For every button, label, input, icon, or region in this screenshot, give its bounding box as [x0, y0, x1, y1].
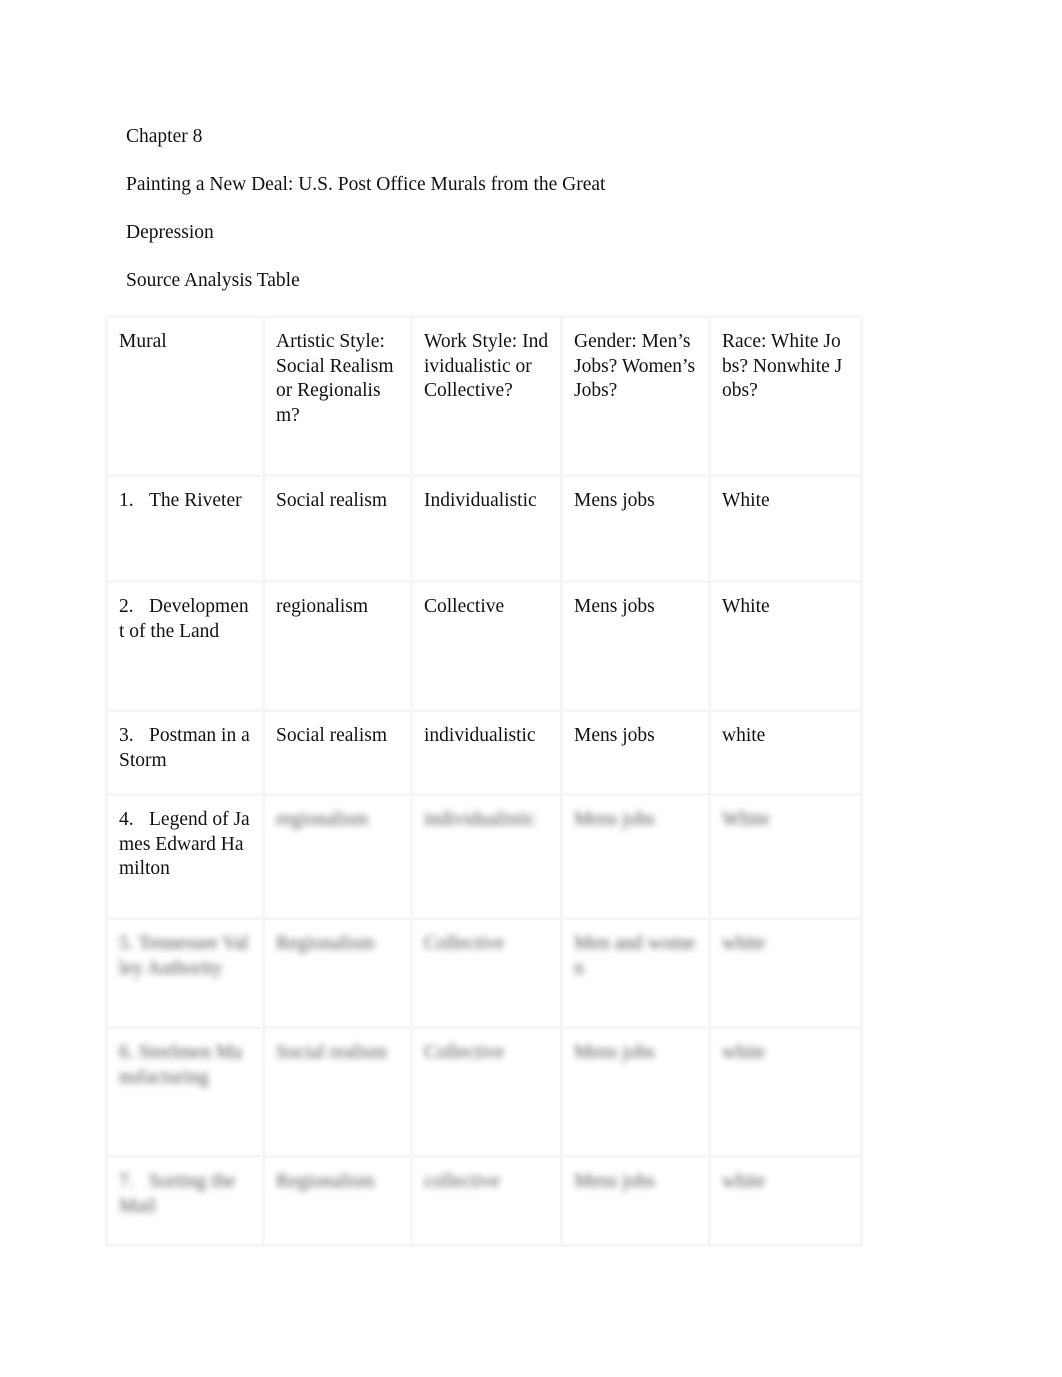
blurred-text: white	[722, 1171, 766, 1192]
blurred-text: Tennessee Valley Authority	[119, 933, 249, 979]
cell-race: White	[708, 793, 863, 920]
blurred-text: 5.	[119, 933, 134, 954]
blurred-text: white	[722, 1042, 766, 1063]
table-row: 1. The Riveter Social realism Individuali…	[105, 474, 863, 583]
source-analysis-table: Mural Artistic Style: Social Realism or …	[105, 315, 863, 1247]
cell-gender: Mens jobs	[560, 709, 711, 796]
row-number: 3.	[119, 725, 134, 746]
blurred-text: regionalism	[276, 809, 369, 830]
header-cell-work-style: Work Style: Individualistic or Collectiv…	[410, 315, 563, 477]
cell-race: white	[708, 709, 863, 796]
blurred-text: 7.	[119, 1171, 134, 1192]
row-number: 4.	[119, 809, 134, 830]
cell-mural: 7. Sorting the Mail	[105, 1155, 265, 1247]
cell-work: Collective	[410, 1026, 563, 1158]
blurred-text: 6.	[119, 1042, 134, 1063]
blurred-text: Men and women	[574, 933, 696, 979]
blurred-text: Mens jobs	[574, 1171, 655, 1192]
blurred-text: Regionalism	[276, 933, 375, 954]
cell-work: collective	[410, 1155, 563, 1247]
table-row: 4. Legend of James Edward Hamilton region…	[105, 793, 863, 920]
blurred-text: Steelmen Manufacturing	[119, 1042, 242, 1088]
cell-race: white	[708, 1026, 863, 1158]
cell-gender: Mens jobs	[560, 1155, 711, 1247]
document-title-line-1: Painting a New Deal: U.S. Post Office Mu…	[126, 174, 606, 195]
row-number: 1.	[119, 490, 134, 511]
table-row: 5. Tennessee Valley Authority Regionalis…	[105, 917, 863, 1029]
cell-race: white	[708, 1155, 863, 1247]
blurred-text: collective	[424, 1171, 500, 1192]
chapter-label: Chapter 8	[126, 126, 203, 147]
cell-mural: 2. Development of the Land	[105, 580, 265, 712]
table-row: 2. Development of the Land regionalism Co…	[105, 580, 863, 712]
cell-mural: 6. Steelmen Manufacturing	[105, 1026, 265, 1158]
cell-mural: 3. Postman in a Storm	[105, 709, 265, 796]
cell-gender: Men and women	[560, 917, 711, 1029]
cell-style: Regionalism	[262, 917, 413, 1029]
cell-style: Social realism	[262, 474, 413, 583]
blurred-text: Collective	[424, 933, 505, 954]
header-cell-mural: Mural	[105, 315, 265, 477]
cell-gender: Mens jobs	[560, 793, 711, 920]
table-row: 7. Sorting the Mail Regionalism collectiv…	[105, 1155, 863, 1247]
cell-mural: 5. Tennessee Valley Authority	[105, 917, 265, 1029]
cell-work: Collective	[410, 580, 563, 712]
cell-style: Regionalism	[262, 1155, 413, 1247]
blurred-text: Social realism	[276, 1042, 388, 1063]
cell-race: White	[708, 474, 863, 583]
header-cell-race: Race: White Jobs? Nonwhite Jobs?	[708, 315, 863, 477]
table-header-row: Mural Artistic Style: Social Realism or …	[105, 315, 863, 477]
cell-race: White	[708, 580, 863, 712]
blurred-text: Collective	[424, 1042, 505, 1063]
cell-work: individualistic	[410, 793, 563, 920]
blurred-text: Mens jobs	[574, 1042, 655, 1063]
blurred-text: White	[722, 809, 770, 830]
cell-race: white	[708, 917, 863, 1029]
cell-style: regionalism	[262, 580, 413, 712]
cell-gender: Mens jobs	[560, 474, 711, 583]
cell-style: regionalism	[262, 793, 413, 920]
cell-gender: Mens jobs	[560, 580, 711, 712]
mural-name: The Riveter	[149, 490, 242, 511]
cell-style: Social realism	[262, 709, 413, 796]
blurred-text: white	[722, 933, 766, 954]
blurred-text: Regionalism	[276, 1171, 375, 1192]
cell-work: individualistic	[410, 709, 563, 796]
cell-gender: Mens jobs	[560, 1026, 711, 1158]
cell-work: Individualistic	[410, 474, 563, 583]
table-title: Source Analysis Table	[126, 270, 300, 291]
table-row: 3. Postman in a Storm Social realism indi…	[105, 709, 863, 796]
document-title-line-2: Depression	[126, 222, 214, 243]
table-row: 6. Steelmen Manufacturing Social realism…	[105, 1026, 863, 1158]
cell-mural: 1. The Riveter	[105, 474, 265, 583]
cell-mural: 4. Legend of James Edward Hamilton	[105, 793, 265, 920]
blurred-text: Mens jobs	[574, 809, 655, 830]
header-cell-artistic-style: Artistic Style: Social Realism or Region…	[262, 315, 413, 477]
row-number: 2.	[119, 596, 134, 617]
cell-style: Social realism	[262, 1026, 413, 1158]
blurred-text: individualistic	[424, 809, 536, 830]
header-cell-gender: Gender: Men’s Jobs? Women’s Jobs?	[560, 315, 711, 477]
cell-work: Collective	[410, 917, 563, 1029]
